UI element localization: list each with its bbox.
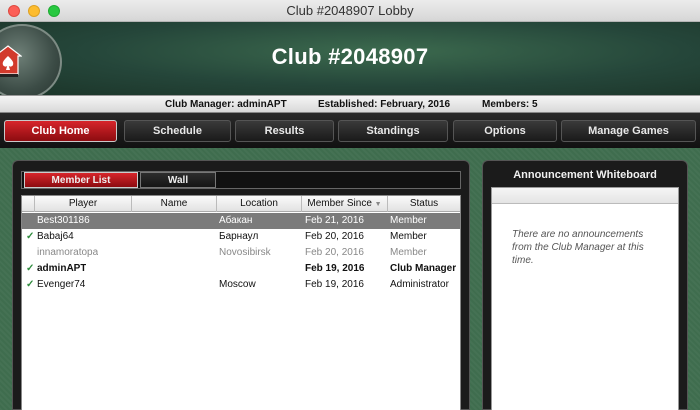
window-close-button[interactable] xyxy=(8,5,20,17)
column-header-status[interactable]: Status xyxy=(388,196,460,212)
window-titlebar: Club #2048907 Lobby xyxy=(0,0,700,22)
main-nav: Club Home Schedule Results Standings Opt… xyxy=(0,113,700,148)
column-header-player[interactable]: Player xyxy=(35,196,132,212)
nav-club-home-button[interactable]: Club Home xyxy=(4,120,117,142)
nav-standings-button[interactable]: Standings xyxy=(338,120,448,142)
cell-player: Best301186 xyxy=(37,215,90,226)
nav-schedule-button[interactable]: Schedule xyxy=(124,120,231,142)
column-header-name[interactable]: Name xyxy=(132,196,217,212)
tab-member-list[interactable]: Member List xyxy=(24,172,138,188)
cell-player: innamoratopa xyxy=(37,247,99,258)
cell-location: Moscow xyxy=(219,279,256,290)
nav-options-button[interactable]: Options xyxy=(453,120,557,142)
column-header-check xyxy=(22,196,35,212)
cell-status: Club Manager xyxy=(390,263,457,274)
whiteboard-title: Announcement Whiteboard xyxy=(513,169,657,181)
club-header: Club #2048907 xyxy=(0,22,700,100)
table-row[interactable]: ✓ adminAPT Feb 19, 2016 Club Manager xyxy=(22,261,460,277)
member-table-header: Player Name Location Member Since ▼ Stat… xyxy=(22,196,460,212)
cell-location: Абакан xyxy=(219,215,253,226)
cell-member-since: Feb 20, 2016 xyxy=(305,247,364,258)
member-tabs: Member List Wall xyxy=(21,171,461,189)
window-title: Club #2048907 Lobby xyxy=(286,3,414,18)
cell-status: Administrator xyxy=(390,279,449,290)
window-minimize-button[interactable] xyxy=(28,5,40,17)
club-manager-label: Club Manager: adminAPT xyxy=(165,99,287,110)
cell-player: adminAPT xyxy=(37,263,87,274)
nav-results-button[interactable]: Results xyxy=(235,120,334,142)
whiteboard-text: There are no announcements from the Club… xyxy=(512,229,644,266)
cell-member-since: Feb 19, 2016 xyxy=(305,279,364,290)
club-title: Club #2048907 xyxy=(271,44,429,69)
tab-wall[interactable]: Wall xyxy=(140,172,216,188)
check-icon: ✓ xyxy=(26,263,35,274)
column-header-member-since[interactable]: Member Since ▼ xyxy=(302,196,388,212)
table-row[interactable]: ✓ Babaj64 Барнаул Feb 20, 2016 Member xyxy=(22,229,460,245)
member-panel: Member List Wall Player Name Location Me… xyxy=(12,160,470,410)
cell-status: Member xyxy=(390,215,427,226)
cell-player: Evenger74 xyxy=(37,279,86,290)
member-table: Player Name Location Member Since ▼ Stat… xyxy=(21,195,461,410)
cell-player: Babaj64 xyxy=(37,231,74,242)
table-row[interactable]: innamoratopa Novosibirsk Feb 20, 2016 Me… xyxy=(22,245,460,261)
check-icon: ✓ xyxy=(26,231,35,242)
cell-location: Novosibirsk xyxy=(219,247,271,258)
cell-member-since: Feb 19, 2016 xyxy=(305,263,365,274)
club-info-bar: Club Manager: adminAPT Established: Febr… xyxy=(0,95,700,113)
cell-status: Member xyxy=(390,247,427,258)
whiteboard-panel: Announcement Whiteboard There are no ann… xyxy=(482,160,688,410)
whiteboard-body[interactable]: There are no announcements from the Club… xyxy=(491,187,679,410)
nav-manage-games-button[interactable]: Manage Games xyxy=(561,120,696,142)
table-row[interactable]: ✓ Evenger74 Moscow Feb 19, 2016 Administ… xyxy=(22,277,460,293)
cell-status: Member xyxy=(390,231,427,242)
check-icon: ✓ xyxy=(26,279,35,290)
established-label: Established: February, 2016 xyxy=(318,99,451,110)
main-content: Member List Wall Player Name Location Me… xyxy=(0,148,700,410)
members-count-label: Members: 5 xyxy=(482,99,538,110)
whiteboard-header-stripe xyxy=(492,188,678,204)
window-zoom-button[interactable] xyxy=(48,5,60,17)
cell-member-since: Feb 21, 2016 xyxy=(305,215,364,226)
column-header-member-since-label: Member Since xyxy=(307,198,372,209)
cell-member-since: Feb 20, 2016 xyxy=(305,231,364,242)
table-row[interactable]: Best301186 Абакан Feb 21, 2016 Member xyxy=(22,213,460,229)
column-header-location[interactable]: Location xyxy=(217,196,302,212)
sort-down-icon: ▼ xyxy=(374,201,382,208)
cell-location: Барнаул xyxy=(219,231,259,242)
